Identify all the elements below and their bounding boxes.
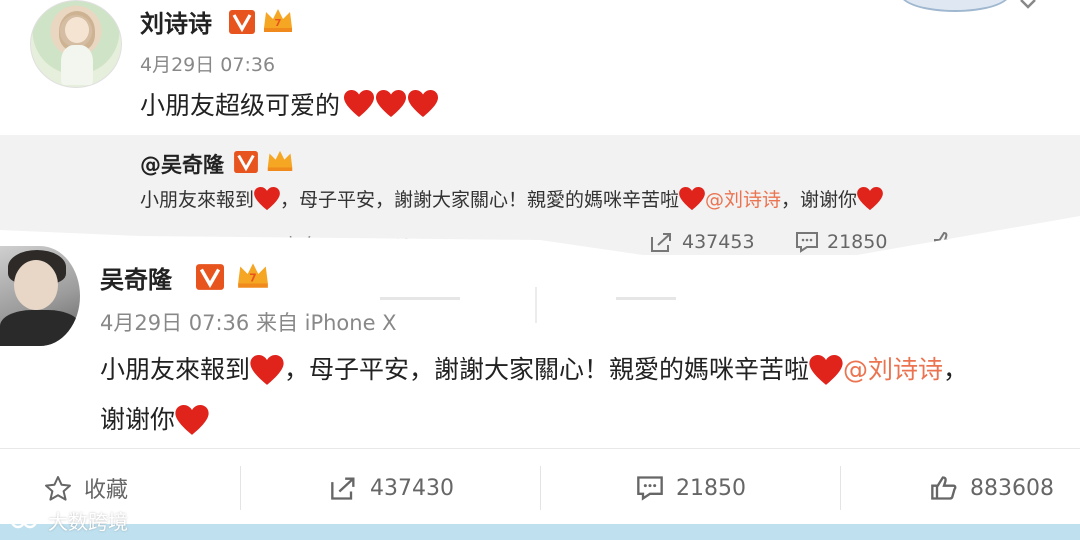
- comment-icon: [636, 475, 664, 501]
- heart-icon: [857, 186, 883, 211]
- action-divider: [240, 466, 241, 510]
- member-crown-icon: 7: [236, 260, 270, 290]
- action-bar: 收藏 437430 21850 883608: [0, 452, 1080, 524]
- repost-button[interactable]: 437430: [330, 452, 454, 524]
- divider: [0, 448, 1080, 449]
- faint-action-row: [380, 287, 710, 327]
- post-text-content: 小朋友超级可爱的: [140, 91, 341, 120]
- svg-text:7: 7: [275, 18, 282, 29]
- heart-icon: [250, 354, 284, 386]
- repost-count: 437453: [682, 231, 755, 253]
- favorite-label: 收藏: [84, 478, 129, 503]
- post-time[interactable]: 4月29日 07:36: [140, 50, 275, 77]
- post-text-segment: ，母子平安，謝謝大家關心！親愛的媽咪辛苦啦: [284, 355, 810, 384]
- like-count: 883608: [970, 475, 1054, 501]
- heart-icon: [254, 186, 280, 211]
- repost-count: 437430: [370, 475, 454, 501]
- heart-emoji-group: [344, 90, 439, 118]
- heart-icon: [344, 90, 375, 118]
- post-text-line: 谢谢你: [100, 395, 1080, 445]
- bottom-strip: [0, 524, 1080, 540]
- heart-icon: [175, 404, 209, 436]
- quoted-text-segment: ，母子平安，謝謝大家關心！親愛的媽咪辛苦啦: [280, 189, 680, 211]
- heart-icon: [376, 90, 407, 118]
- avatar-corner-fragment: [900, 0, 1010, 12]
- comment-icon: [795, 231, 819, 253]
- watermark-text: 大数跨境: [48, 510, 128, 534]
- verified-v-icon: [234, 151, 258, 173]
- watermark: 大数跨境: [10, 506, 128, 535]
- post-text: 小朋友來報到 ，母子平安，謝謝大家關心！親愛的媽咪辛苦啦 @刘诗诗 ， 谢谢你: [100, 345, 1080, 445]
- post-text-segment: 谢谢你: [100, 405, 176, 434]
- svg-text:7: 7: [249, 271, 256, 284]
- quoted-comment-button[interactable]: 21850: [795, 231, 887, 253]
- post-text-line: 小朋友來報到 ，母子平安，謝謝大家關心！親愛的媽咪辛苦啦 @刘诗诗 ，: [100, 345, 1080, 395]
- comment-count: 21850: [676, 475, 746, 501]
- repost-icon: [330, 475, 358, 501]
- like-thumb-icon: [930, 475, 958, 501]
- top-post: 刘诗诗 7 4月29日 07:36 小朋友超级可爱的 @吴奇隆 小朋友來報到 ，…: [0, 0, 1080, 257]
- post-text-segment: ，: [943, 355, 969, 384]
- watermark-logo-icon: [10, 510, 44, 532]
- action-divider: [540, 466, 541, 510]
- comment-button[interactable]: 21850: [636, 452, 746, 524]
- quoted-author-link[interactable]: @吴奇隆: [140, 149, 224, 179]
- post-text-segment: 小朋友來報到: [100, 355, 251, 384]
- avatar[interactable]: [30, 0, 122, 88]
- heart-icon: [408, 90, 439, 118]
- post-text: 小朋友超级可爱的: [140, 86, 439, 122]
- action-divider: [840, 466, 841, 510]
- chevron-down-icon[interactable]: [1018, 0, 1038, 14]
- quoted-text-segment: 小朋友來報到: [140, 189, 255, 211]
- member-crown-icon: 7: [262, 6, 294, 34]
- heart-icon: [679, 186, 705, 211]
- mention-link[interactable]: @刘诗诗: [843, 345, 943, 395]
- verified-v-icon: [229, 10, 255, 34]
- verified-v-icon: [196, 264, 224, 290]
- quoted-post-text: 小朋友來報到 ，母子平安，謝謝大家關心！親愛的媽咪辛苦啦 @刘诗诗 ，谢谢你: [140, 185, 883, 212]
- quoted-text-segment: ，谢谢你: [781, 189, 858, 211]
- author-name[interactable]: 刘诗诗: [140, 4, 212, 39]
- like-button[interactable]: 883608: [930, 452, 1054, 524]
- author-name[interactable]: 吴奇隆: [100, 260, 172, 295]
- mention-link[interactable]: @刘诗诗: [705, 185, 781, 212]
- quoted-repost-button[interactable]: 437453: [650, 231, 755, 253]
- member-crown-icon: [266, 148, 294, 173]
- post-time[interactable]: 4月29日 07:36 来自 iPhone X: [100, 307, 397, 337]
- avatar[interactable]: [0, 246, 80, 346]
- repost-icon: [650, 231, 674, 253]
- star-icon: [44, 475, 72, 502]
- heart-icon: [809, 354, 843, 386]
- comment-count: 21850: [827, 231, 888, 253]
